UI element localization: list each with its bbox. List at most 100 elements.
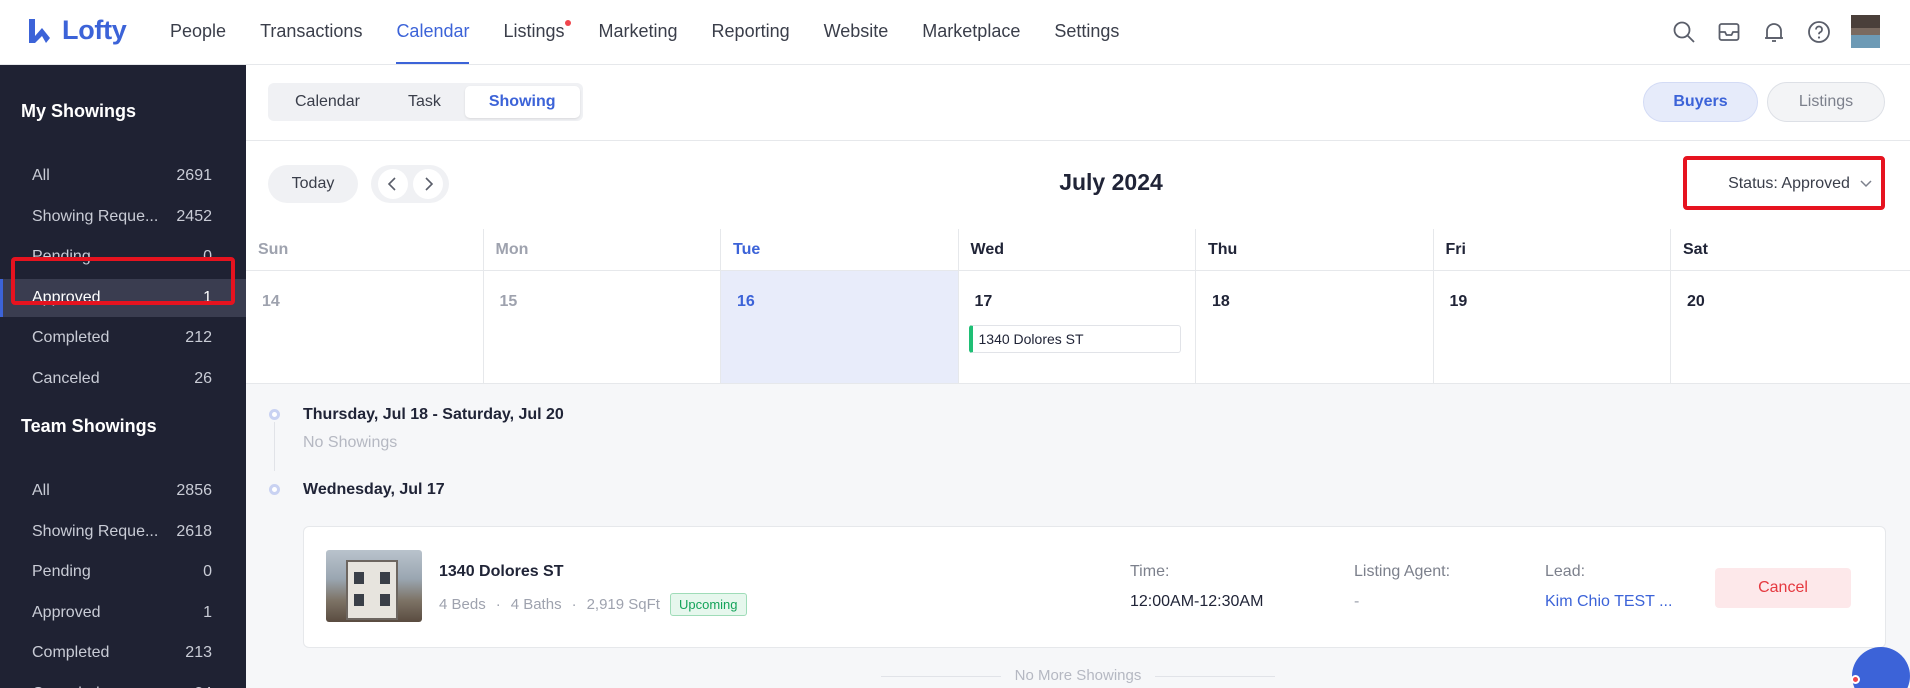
sidebar-item-label: Pending <box>32 563 91 580</box>
help-icon[interactable] <box>1806 19 1832 45</box>
calendar-event[interactable]: 1340 Dolores ST <box>968 325 1181 353</box>
sidebar-item-completed[interactable]: Completed 213 <box>0 634 246 672</box>
nav-item-label: People <box>170 21 227 41</box>
tab-task[interactable]: Task <box>384 86 465 118</box>
status-filter-label: Status: Approved <box>1728 175 1850 192</box>
day-cell-19[interactable]: 19 <box>1434 271 1671 383</box>
day-name: Tue <box>733 241 761 258</box>
sidebar-item-showing-reque[interactable]: Showing Reque... 2452 <box>0 198 246 236</box>
lead-label: Lead: <box>1545 563 1586 580</box>
time-value: 12:00AM-12:30AM <box>1130 593 1264 610</box>
active-indicator <box>0 278 3 317</box>
nav-item-settings[interactable]: Settings <box>1054 0 1119 64</box>
main-content: Calendar Task Showing Buyers Listings To… <box>246 65 1910 688</box>
day-header-fri: Fri <box>1434 229 1671 270</box>
logo-text: Lofty <box>62 15 127 45</box>
nav-item-label: Marketplace <box>922 21 1021 41</box>
property-address[interactable]: 1340 Dolores ST <box>439 563 564 581</box>
sidebar-item-count: 24 <box>194 685 212 688</box>
top-icons <box>1671 15 1880 48</box>
nav-item-reporting[interactable]: Reporting <box>712 0 790 64</box>
nav-item-marketplace[interactable]: Marketplace <box>922 0 1020 64</box>
sidebar-item-count: 26 <box>194 369 212 387</box>
sidebar-item-label: Completed <box>32 644 110 661</box>
sidebar-item-showing-reque[interactable]: Showing Reque... 2618 <box>0 513 246 551</box>
nav-item-people[interactable]: People <box>170 0 226 64</box>
sidebar-item-count: 2618 <box>176 522 212 540</box>
sidebar-item-approved[interactable]: Approved 1 <box>0 594 246 632</box>
sidebar-item-pending[interactable]: Pending 0 <box>0 238 246 276</box>
sidebar-item-count: 2856 <box>176 482 212 499</box>
nav-item-marketing[interactable]: Marketing <box>599 0 678 64</box>
listing-agent-label: Listing Agent: <box>1354 563 1451 580</box>
nav-item-label: Settings <box>1054 21 1120 41</box>
sidebar-item-canceled[interactable]: Canceled 24 <box>0 675 246 688</box>
day-number: 18 <box>1212 293 1230 310</box>
sidebar-item-count: 2452 <box>176 207 212 225</box>
tab-calendar[interactable]: Calendar <box>271 86 384 118</box>
day-cell-20[interactable]: 20 <box>1671 271 1910 383</box>
nav-item-label: Website <box>823 21 889 41</box>
day-number: 15 <box>499 293 518 310</box>
sidebar-item-label: All <box>32 167 50 184</box>
sidebar-item-canceled[interactable]: Canceled 26 <box>0 360 246 398</box>
nav-item-label: Calendar <box>396 21 470 41</box>
day-cell-17[interactable]: 17 1340 Dolores ST <box>959 271 1196 383</box>
sidebar-item-count: 1 <box>203 603 212 621</box>
sqft: 2,919 SqFt <box>586 596 660 613</box>
month-title: July 2024 <box>1059 169 1163 195</box>
tab-showing[interactable]: Showing <box>464 86 580 118</box>
day-cell-15[interactable]: 15 <box>484 271 721 383</box>
buyers-toggle[interactable]: Buyers <box>1643 82 1758 122</box>
lofty-logo[interactable]: Lofty <box>26 15 127 46</box>
day-cell-18[interactable]: 18 <box>1196 271 1434 383</box>
day-header-sat: Sat <box>1671 229 1910 270</box>
cancel-button[interactable]: Cancel <box>1715 568 1851 608</box>
day-number: 16 <box>737 293 755 310</box>
sidebar: My Showings All 2691 Showing Reque... 2452 P… <box>0 65 246 688</box>
sidebar-item-count: 1 <box>203 288 212 306</box>
agenda-list: Thursday, Jul 18 - Saturday, Jul 20 No S… <box>246 385 1910 688</box>
sidebar-item-approved[interactable]: Approved 1 <box>0 278 246 317</box>
lead-link[interactable]: Kim Chio TEST ... <box>1545 593 1672 611</box>
day-number: 14 <box>262 293 280 310</box>
nav-item-transactions[interactable]: Transactions <box>260 0 362 64</box>
sidebar-item-count: 2691 <box>176 167 212 184</box>
sidebar-item-pending[interactable]: Pending 0 <box>0 553 246 591</box>
search-icon[interactable] <box>1671 19 1697 45</box>
bell-icon[interactable] <box>1761 19 1787 45</box>
showing-card[interactable]: 1340 Dolores ST 4 Beds · 4 Baths · 2,919 S… <box>303 526 1886 648</box>
day-name: Sat <box>1683 241 1708 258</box>
beds: 4 Beds <box>439 596 486 613</box>
listings-toggle[interactable]: Listings <box>1767 82 1885 122</box>
chevron-down-icon <box>1860 180 1872 188</box>
day-cell-14[interactable]: 14 <box>246 271 484 383</box>
day-name: Mon <box>495 241 529 258</box>
sidebar-item-all[interactable]: All 2691 <box>0 157 246 195</box>
sidebar-item-count: 0 <box>203 563 212 580</box>
nav-item-listings[interactable]: Listings <box>503 0 571 64</box>
nav-item-website[interactable]: Website <box>824 0 889 64</box>
day-name: Thu <box>1208 241 1238 258</box>
sidebar-item-label: Canceled <box>32 369 100 387</box>
inbox-icon[interactable] <box>1716 19 1742 45</box>
avatar[interactable] <box>1851 15 1880 48</box>
subheader: Calendar Task Showing Buyers Listings <box>246 65 1910 141</box>
nav-item-calendar[interactable]: Calendar <box>396 0 470 64</box>
day-name: Sun <box>258 241 289 258</box>
property-photo <box>326 550 422 622</box>
calendar-controls: Today July 2024 Status: Approved <box>246 141 1910 229</box>
day-header-thu: Thu <box>1196 229 1434 270</box>
sidebar-item-completed[interactable]: Completed 212 <box>0 319 246 357</box>
team-showings-title: Team Showings <box>21 416 157 436</box>
status-filter-dropdown[interactable]: Status: Approved <box>1724 164 1876 204</box>
agenda-date-range: Thursday, Jul 18 - Saturday, Jul 20 <box>303 406 564 423</box>
sidebar-item-all[interactable]: All 2856 <box>0 472 246 510</box>
notification-dot <box>564 20 571 26</box>
sidebar-item-label: Pending <box>32 248 91 265</box>
timeline-dot <box>269 484 280 495</box>
property-details: 4 Beds · 4 Baths · 2,919 SqFt Upcoming <box>439 593 747 616</box>
view-tabs: Calendar Task Showing <box>268 83 583 121</box>
day-cell-16[interactable]: 16 <box>721 271 959 383</box>
sidebar-item-label: Canceled <box>32 685 100 688</box>
